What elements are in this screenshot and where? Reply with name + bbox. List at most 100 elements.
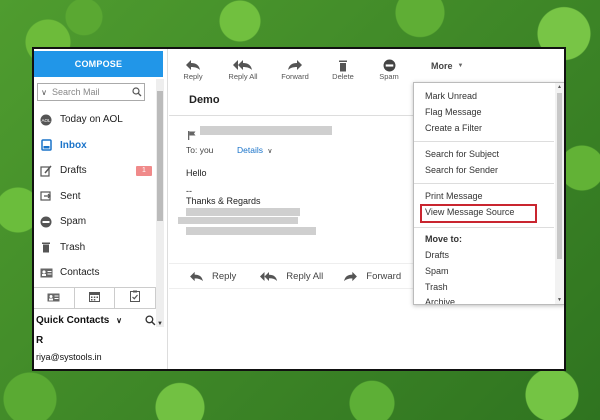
- reply-all-icon: [260, 271, 278, 282]
- tab-contacts[interactable]: [34, 288, 75, 308]
- delete-label: Delete: [332, 72, 354, 81]
- search-icon[interactable]: [145, 315, 156, 326]
- more-button[interactable]: More ▼: [431, 59, 463, 73]
- redacted-signature-line: [186, 227, 316, 235]
- menu-separator: [414, 141, 554, 142]
- sidebar-item-label: Spam: [60, 216, 87, 228]
- divider: [169, 115, 414, 116]
- tab-tasks[interactable]: [115, 288, 157, 308]
- quick-contacts-label: Quick Contacts: [36, 315, 110, 326]
- sidebar-item-today-on-aol[interactable]: AOL Today on AOL: [34, 107, 156, 133]
- forward-icon: [343, 271, 358, 282]
- menu-item-view-message-source[interactable]: View Message Source: [425, 207, 514, 217]
- menu-scrollbar[interactable]: ▲ ▼: [555, 83, 564, 304]
- reply-all-icon: [233, 58, 253, 72]
- sidebar-item-spam[interactable]: Spam: [34, 209, 156, 235]
- caret-down-icon: ▼: [457, 63, 464, 69]
- mail-window: COMPOSE ∨ Search Mail ▼ AOL Today on AOL: [32, 47, 566, 371]
- contact-initial: R: [36, 335, 44, 346]
- spam-label: Spam: [379, 72, 399, 81]
- sidebar: COMPOSE ∨ Search Mail ▼ AOL Today on AOL: [34, 49, 168, 369]
- spam-icon: [38, 216, 54, 228]
- menu-separator: [414, 183, 554, 184]
- drafts-count-badge: 1: [136, 165, 152, 176]
- sidebar-tabs: [34, 287, 157, 309]
- search-box[interactable]: ∨ Search Mail: [37, 83, 145, 101]
- reply-label: Reply: [212, 270, 237, 282]
- forward-button[interactable]: Forward: [269, 49, 321, 83]
- menu-item-move-archive[interactable]: Archive: [425, 297, 455, 304]
- flag-icon[interactable]: [188, 127, 196, 145]
- forward-label: Forward: [281, 72, 309, 81]
- reply-label: Reply: [183, 72, 203, 81]
- inbox-icon: [38, 139, 54, 151]
- reply-button[interactable]: Reply: [169, 49, 217, 83]
- scrollbar-thumb[interactable]: [557, 93, 562, 259]
- quick-forward-button[interactable]: Forward: [343, 271, 401, 282]
- sidebar-item-label: Contacts: [60, 267, 100, 279]
- reply-icon: [189, 271, 204, 282]
- quick-reply-bar: Reply Reply All Forward: [169, 263, 414, 289]
- redacted-signature-line: [186, 208, 300, 216]
- quick-contacts-title[interactable]: Quick Contacts ∨: [36, 315, 145, 326]
- menu-item-move-drafts[interactable]: Drafts: [425, 250, 449, 260]
- drafts-icon: [38, 165, 54, 177]
- spam-button[interactable]: Spam: [365, 49, 413, 83]
- message-signoff: Thanks & Regards: [186, 196, 261, 206]
- menu-item-move-spam[interactable]: Spam: [425, 266, 449, 276]
- menu-item-search-sender[interactable]: Search for Sender: [425, 165, 498, 175]
- menu-item-flag-message[interactable]: Flag Message: [425, 107, 482, 117]
- sidebar-item-contacts[interactable]: Contacts: [34, 260, 156, 286]
- menu-item-search-subject[interactable]: Search for Subject: [425, 149, 499, 159]
- contact-email[interactable]: riya@systools.in: [36, 352, 162, 362]
- trash-icon: [38, 241, 54, 253]
- sidebar-item-label: Sent: [60, 190, 81, 202]
- compose-button[interactable]: COMPOSE: [34, 51, 163, 77]
- recipient-line: To: you: [186, 145, 214, 155]
- forward-icon: [287, 58, 303, 72]
- scroll-down-arrow-icon[interactable]: ▼: [555, 297, 564, 303]
- menu-item-create-filter[interactable]: Create a Filter: [425, 123, 482, 133]
- details-link[interactable]: Details ∨: [237, 145, 272, 155]
- chevron-down-icon[interactable]: ∨: [116, 316, 122, 325]
- sidebar-scrollbar[interactable]: ▼: [156, 79, 164, 327]
- more-dropdown-menu: Mark Unread Flag Message Create a Filter…: [413, 82, 564, 305]
- sidebar-item-inbox[interactable]: Inbox: [34, 133, 156, 159]
- sent-icon: [38, 190, 54, 202]
- quick-reply-all-button[interactable]: Reply All: [260, 271, 323, 282]
- search-icon[interactable]: [130, 87, 144, 97]
- scroll-up-arrow-icon[interactable]: ▲: [555, 84, 564, 90]
- menu-item-print-message[interactable]: Print Message: [425, 191, 483, 201]
- aol-icon: AOL: [38, 114, 54, 126]
- more-label: More: [431, 61, 453, 71]
- quick-reply-button[interactable]: Reply: [189, 271, 236, 282]
- message-greeting: Hello: [186, 168, 207, 178]
- menu-item-mark-unread[interactable]: Mark Unread: [425, 91, 477, 101]
- scrollbar-thumb[interactable]: [157, 91, 163, 221]
- contacts-icon: [38, 267, 54, 279]
- calendar-icon: [89, 289, 100, 307]
- message-toolbar: Reply Reply All Forward Delete Spam More…: [169, 49, 564, 83]
- redacted-sender: [200, 126, 332, 135]
- sidebar-item-label: Drafts: [60, 165, 87, 177]
- chevron-down-icon: ∨: [267, 148, 273, 155]
- clipboard-icon: [130, 289, 141, 307]
- sidebar-item-sent[interactable]: Sent: [34, 184, 156, 210]
- menu-item-move-trash[interactable]: Trash: [425, 282, 448, 292]
- message-dashes: --: [186, 186, 192, 196]
- sidebar-item-drafts[interactable]: Drafts 1: [34, 158, 156, 184]
- reply-all-button[interactable]: Reply All: [217, 49, 269, 83]
- details-label: Details: [237, 145, 263, 155]
- sidebar-item-trash[interactable]: Trash: [34, 235, 156, 261]
- reply-all-label: Reply All: [228, 72, 258, 81]
- svg-text:AOL: AOL: [41, 118, 51, 123]
- tab-calendar[interactable]: [75, 288, 116, 308]
- reply-all-label: Reply All: [286, 270, 324, 282]
- delete-button[interactable]: Delete: [321, 49, 365, 83]
- quick-contacts-panel: Quick Contacts ∨ R riya@systools.in: [36, 315, 162, 362]
- folder-list: AOL Today on AOL Inbox Drafts 1 Sent Spa…: [34, 107, 156, 286]
- search-input[interactable]: Search Mail: [50, 87, 130, 97]
- chevron-down-icon[interactable]: ∨: [38, 88, 50, 97]
- sidebar-item-label: Inbox: [60, 139, 87, 151]
- menu-separator: [414, 227, 554, 228]
